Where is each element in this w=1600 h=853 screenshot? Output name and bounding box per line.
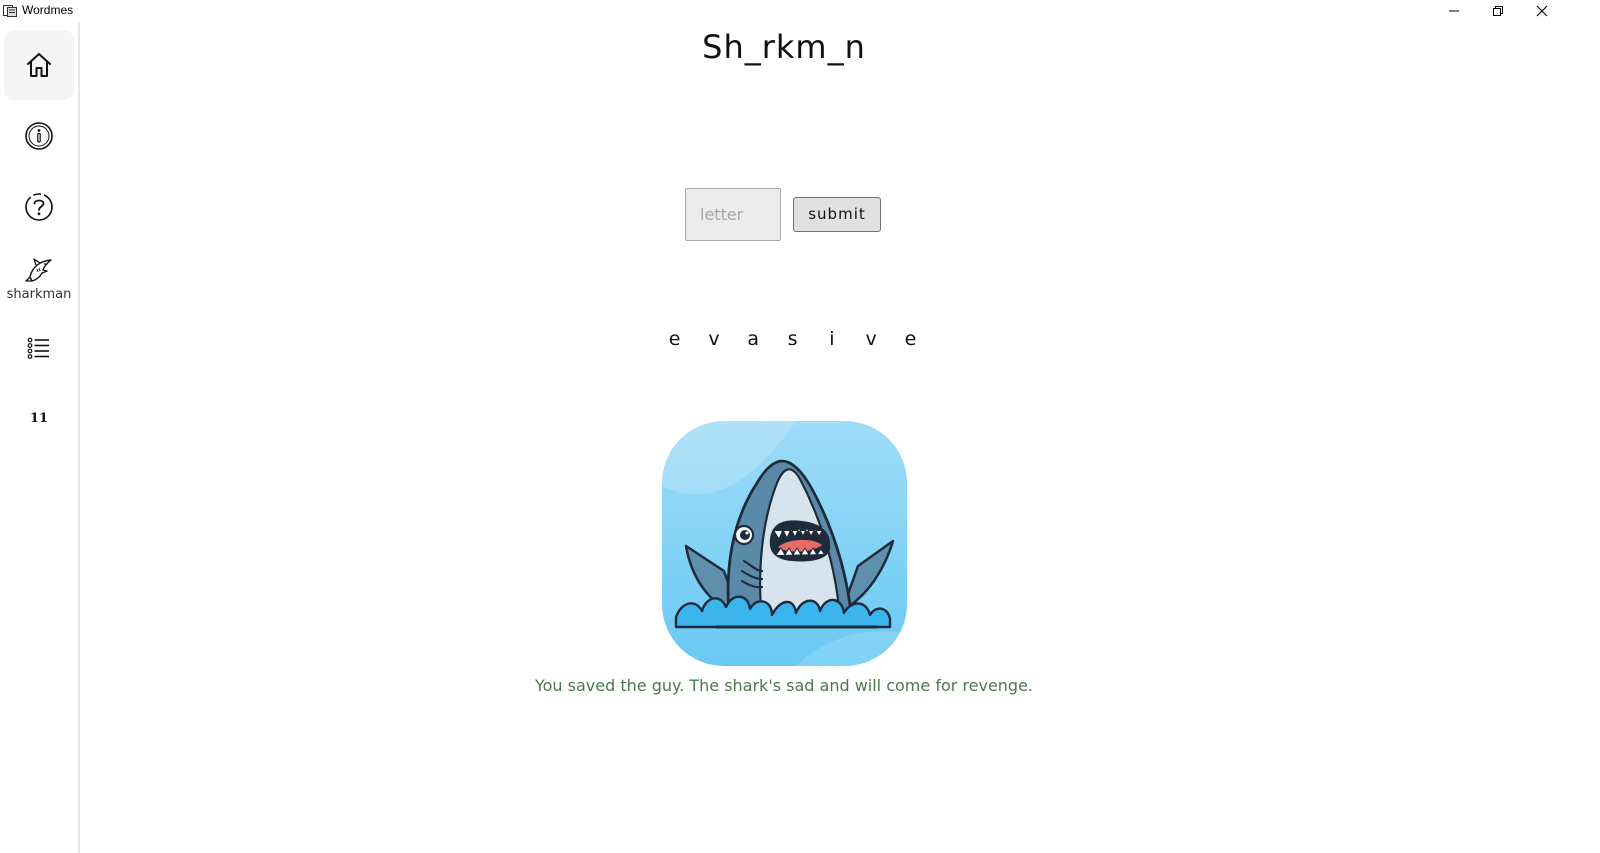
guess-form: submit — [685, 186, 881, 242]
revealed-word: e v a s i v e — [655, 328, 930, 350]
shark-illustration — [662, 421, 907, 666]
letter-input[interactable] — [685, 187, 781, 241]
sidebar-item-home[interactable] — [4, 30, 74, 100]
game-area: Sh_rkm_n submit e v a s i v e — [80, 22, 1600, 853]
close-icon — [1536, 5, 1548, 17]
home-icon — [27, 53, 51, 77]
games-count: 11 — [29, 410, 49, 426]
submit-button[interactable]: submit — [793, 196, 881, 232]
app-window: Wordmes sharkman 11 Sh_rkm_n letter subm… — [0, 0, 1600, 853]
word-letter: v — [708, 328, 720, 350]
word-letter: i — [829, 328, 835, 350]
sidebar-nav: sharkman 11 — [0, 22, 80, 853]
word-letter: a — [747, 328, 760, 350]
sidebar-item-info[interactable] — [4, 101, 74, 171]
close-button[interactable] — [1520, 0, 1564, 22]
word-letter: e — [904, 328, 917, 350]
puzzle-word: Sh_rkm_n — [702, 28, 866, 66]
app-icon — [3, 5, 17, 17]
sidebar-item-help[interactable] — [4, 172, 74, 242]
restore-button[interactable] — [1476, 0, 1520, 22]
sidebar-item-list[interactable] — [4, 313, 74, 383]
sidebar-item-label: sharkman — [6, 286, 72, 302]
word-letter: e — [668, 328, 681, 350]
sidebar-item-count[interactable]: 11 — [4, 383, 74, 453]
list-icon — [27, 337, 49, 359]
help-icon — [25, 193, 53, 221]
window-title: Wordmes — [22, 3, 74, 17]
shark-icon — [25, 257, 52, 282]
title-bar: Wordmes — [0, 0, 1600, 22]
result-message: You saved the guy. The shark's sad and w… — [534, 676, 1034, 695]
sidebar-item-sharkman[interactable]: sharkman — [4, 243, 74, 313]
info-icon — [25, 122, 53, 150]
minimize-button[interactable] — [1432, 0, 1476, 22]
minimize-icon — [1449, 10, 1459, 12]
restore-icon — [1493, 6, 1503, 16]
word-letter: s — [787, 328, 798, 350]
word-letter: v — [865, 328, 877, 350]
